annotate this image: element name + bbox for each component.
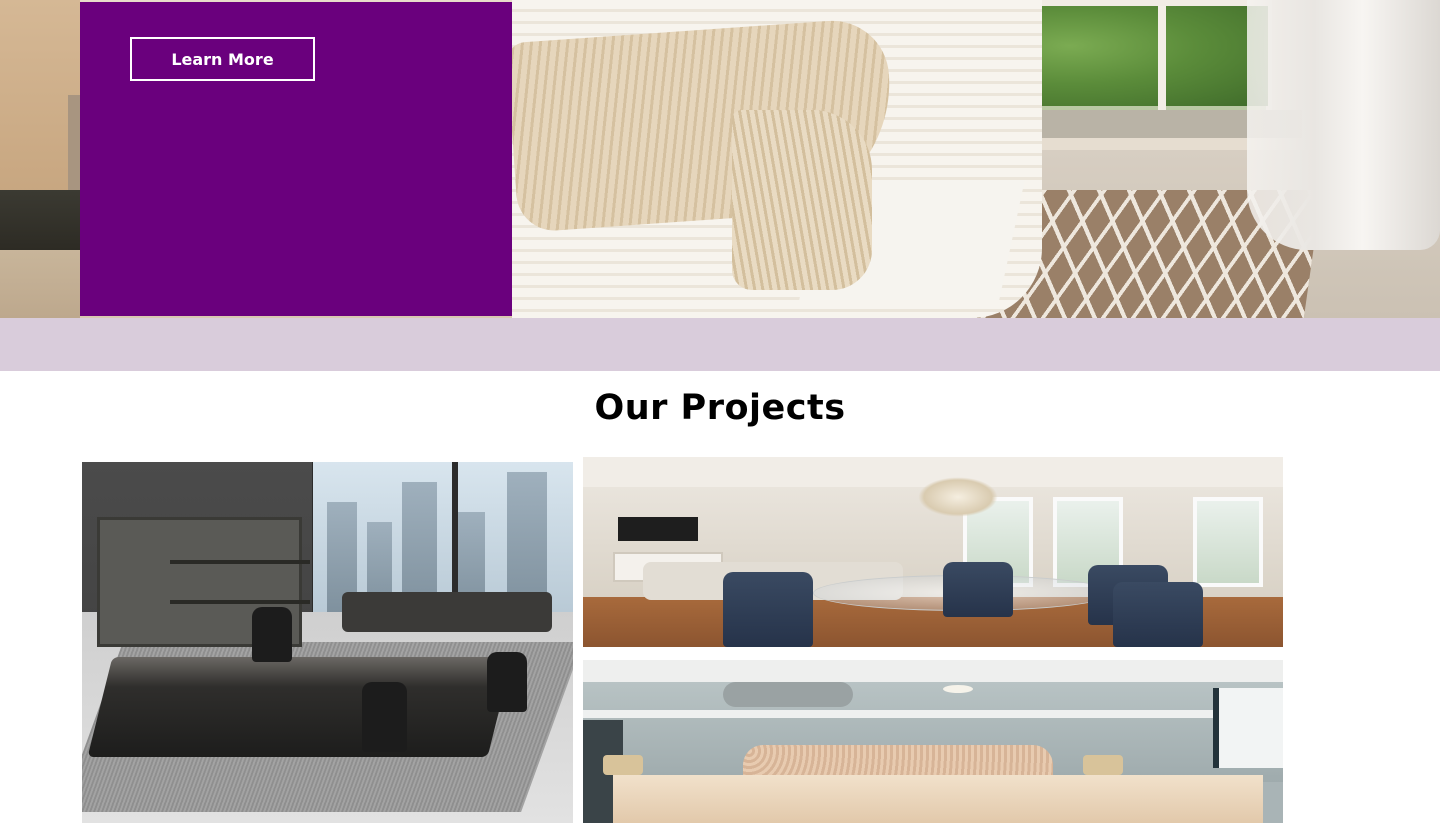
- knit-throw-fringe: [732, 110, 872, 290]
- project-image-bedroom[interactable]: [583, 660, 1283, 823]
- executive-desk: [87, 657, 513, 757]
- hero-left-image: [0, 0, 80, 318]
- divider-band: [0, 318, 1440, 371]
- visitor-chair: [362, 682, 407, 752]
- french-door: [1193, 497, 1263, 587]
- city-windows: [307, 462, 573, 612]
- bed: [613, 775, 1263, 823]
- window-mullion: [1158, 6, 1166, 126]
- baseboard: [0, 190, 80, 250]
- ceiling: [583, 660, 1283, 682]
- office-sofa: [342, 592, 552, 632]
- window: [1213, 688, 1283, 768]
- dining-chair: [1113, 582, 1203, 647]
- shelf: [170, 600, 310, 604]
- visitor-chair: [487, 652, 527, 712]
- floor: [0, 250, 80, 318]
- project-image-office[interactable]: [82, 462, 573, 823]
- dining-chair: [943, 562, 1013, 617]
- ceiling-light: [943, 685, 973, 693]
- television: [618, 517, 698, 541]
- learn-more-button[interactable]: Learn More: [130, 37, 315, 81]
- promo-panel: Learn More: [80, 2, 512, 316]
- dining-chair: [723, 572, 813, 647]
- hero-bedroom-image: [512, 0, 1440, 318]
- bedside-lamp: [603, 755, 643, 775]
- shelf: [170, 560, 310, 564]
- sheer-curtain: [1247, 0, 1440, 250]
- chandelier: [918, 477, 998, 517]
- wall-ledge: [583, 710, 1223, 718]
- bedside-lamp: [1083, 755, 1123, 775]
- ceiling-fan: [723, 682, 853, 707]
- skyscraper: [507, 472, 547, 612]
- projects-heading: Our Projects: [594, 388, 846, 428]
- project-image-dining[interactable]: [583, 457, 1283, 647]
- hero-section: Learn More: [0, 0, 1440, 318]
- office-chair: [252, 607, 292, 662]
